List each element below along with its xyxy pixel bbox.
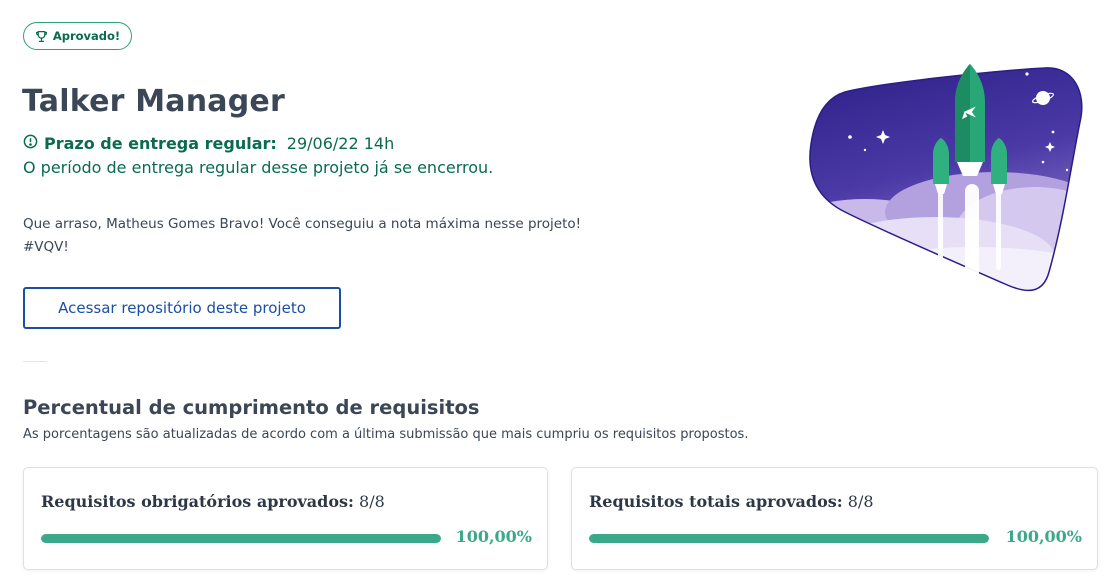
total-progress-fill [589, 534, 989, 543]
total-requirements-count: 8/8 [847, 492, 874, 511]
deadline-row: Prazo de entrega regular: 29/06/22 14h [23, 134, 394, 153]
rocket-illustration [805, 62, 1085, 294]
status-badge: Aprovado! [23, 22, 132, 50]
mandatory-requirements-card: Requisitos obrigatórios aprovados: 8/8 1… [23, 467, 548, 570]
total-requirements-label: Requisitos totais aprovados: [589, 492, 843, 511]
divider [23, 361, 47, 362]
status-badge-label: Aprovado! [52, 29, 121, 43]
congrats-line: Que arraso, Matheus Gomes Bravo! Você co… [23, 216, 582, 232]
deadline-label: Prazo de entrega regular: [44, 134, 277, 153]
mandatory-requirements-heading: Requisitos obrigatórios aprovados: 8/8 [41, 492, 385, 511]
congrats-hashtag: #VQV! [23, 239, 69, 255]
mandatory-percent: 100,00% [455, 527, 532, 546]
deadline-message: O período de entrega regular desse proje… [23, 158, 494, 177]
requirements-title: Percentual de cumprimento de requisitos [23, 396, 480, 419]
congrats-message: Que arraso, Matheus Gomes Bravo! Você co… [23, 213, 581, 259]
mandatory-progress-track [41, 534, 441, 543]
alert-circle-icon [23, 134, 38, 153]
requirements-subtitle: As porcentagens são atualizadas de acord… [23, 427, 749, 442]
mandatory-progress-fill [41, 534, 441, 543]
page-title: Talker Manager [22, 84, 285, 119]
total-progress-track [589, 534, 989, 543]
repository-button[interactable]: Acessar repositório deste projeto [23, 287, 341, 329]
trophy-icon [35, 30, 48, 43]
total-requirements-card: Requisitos totais aprovados: 8/8 100,00% [571, 467, 1098, 570]
total-requirements-heading: Requisitos totais aprovados: 8/8 [589, 492, 874, 511]
deadline-value: 29/06/22 14h [286, 134, 395, 153]
mandatory-requirements-label: Requisitos obrigatórios aprovados: [41, 492, 354, 511]
total-percent: 100,00% [1005, 527, 1082, 546]
mandatory-requirements-count: 8/8 [359, 492, 385, 511]
